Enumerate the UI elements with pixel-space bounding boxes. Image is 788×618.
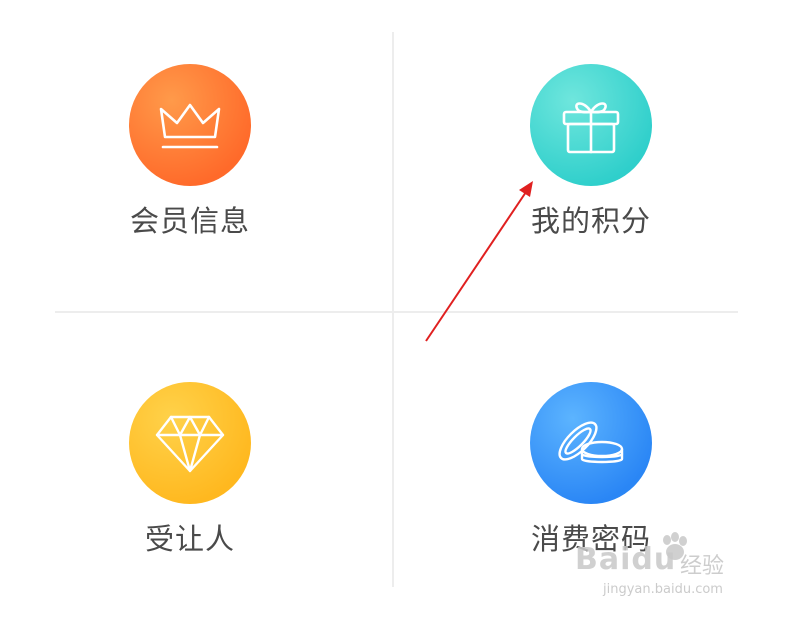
watermark-logo-b: du — [631, 542, 677, 577]
watermark-logo-a: Bai — [575, 542, 632, 577]
annotation-arrow — [425, 181, 533, 342]
watermark-url: jingyan.baidu.com — [603, 582, 723, 597]
watermark-cn: 经验 — [680, 554, 725, 579]
watermark-logo: Baidu — [575, 542, 676, 577]
baidu-watermark: Baidu 经验 jingyan.baidu.com — [575, 532, 755, 602]
